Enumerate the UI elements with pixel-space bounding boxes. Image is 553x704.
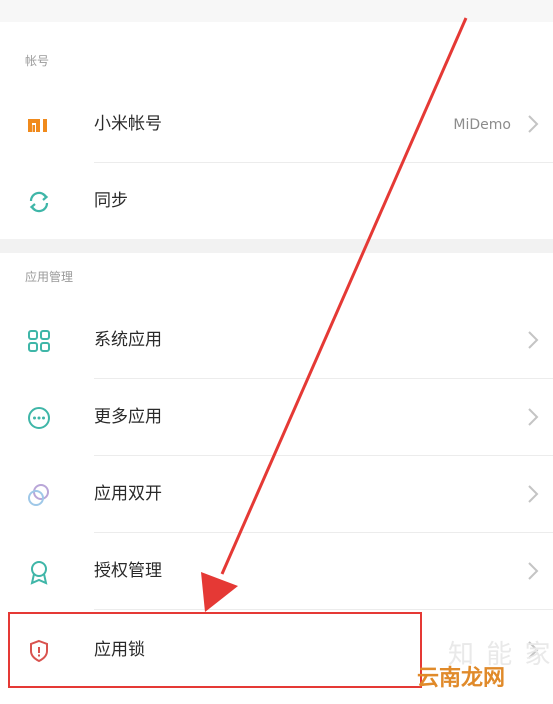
watermark-logo: 云南龙网: [417, 666, 506, 691]
annotation-arrow: [201, 17, 468, 612]
